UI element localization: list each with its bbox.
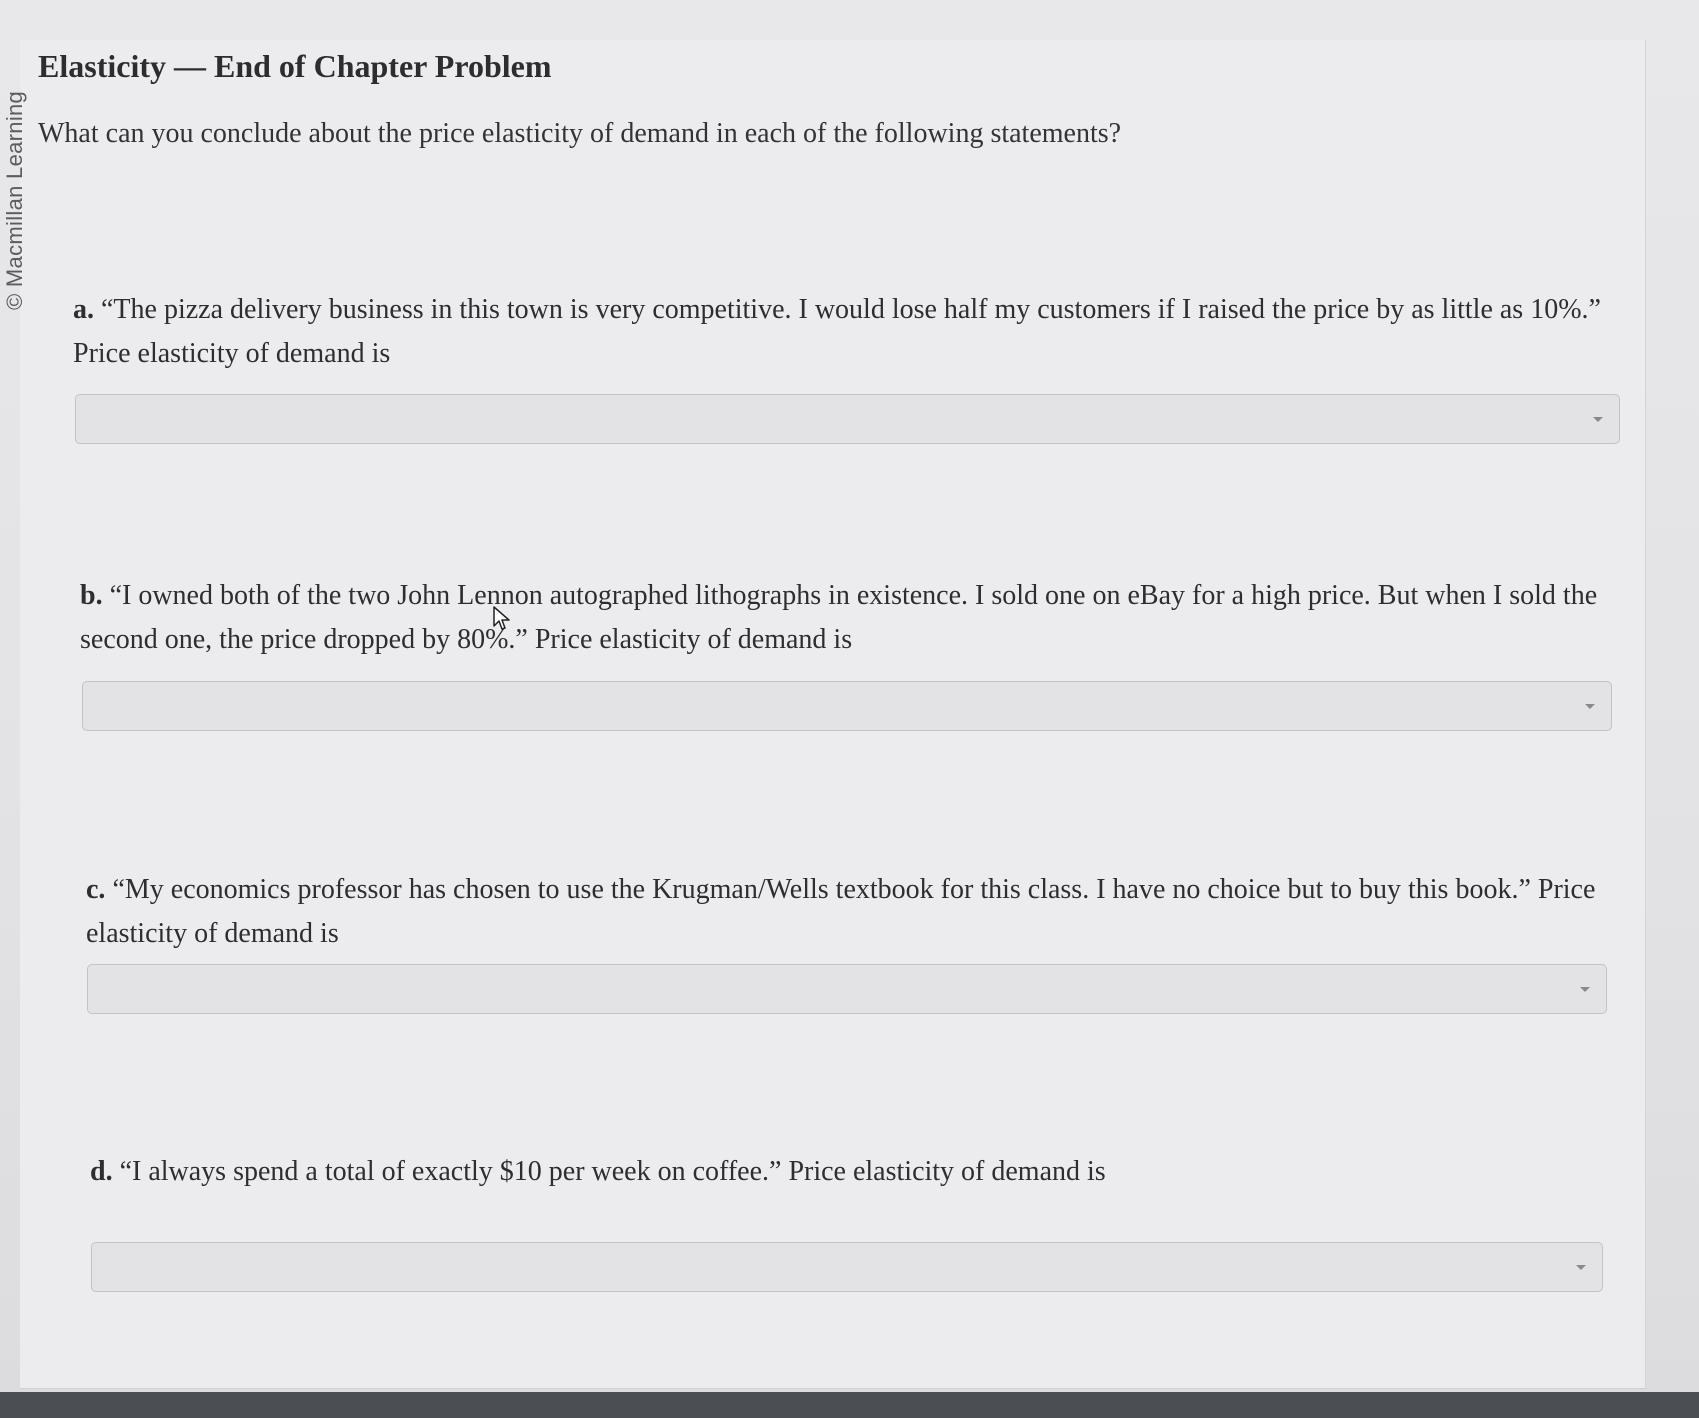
question-letter: b.: [80, 580, 103, 611]
question-text: “I always spend a total of exactly $10 p…: [119, 1156, 1106, 1187]
question-c: c. “My economics professor has chosen to…: [86, 868, 1626, 956]
elasticity-dropdown-d[interactable]: [91, 1242, 1603, 1292]
bottom-bezel: [0, 1392, 1699, 1418]
copyright-watermark: © Macmillan Learning: [2, 90, 27, 310]
chevron-down-icon: [1593, 417, 1603, 422]
chevron-down-icon: [1585, 704, 1595, 709]
elasticity-dropdown-b[interactable]: [82, 681, 1612, 731]
elasticity-dropdown-a[interactable]: [75, 394, 1620, 444]
question-text: “My economics professor has chosen to us…: [86, 874, 1596, 949]
question-b: b. “I owned both of the two John Lennon …: [80, 574, 1620, 662]
question-text: “I owned both of the two John Lennon aut…: [80, 580, 1598, 655]
question-letter: c.: [86, 874, 106, 905]
mouse-pointer-icon: [493, 606, 510, 630]
page-title: Elasticity — End of Chapter Problem: [38, 48, 552, 84]
elasticity-dropdown-c[interactable]: [87, 964, 1607, 1014]
question-a: a. “The pizza delivery business in this …: [73, 288, 1613, 376]
question-text: “The pizza delivery business in this tow…: [73, 294, 1601, 369]
question-prompt: What can you conclude about the price el…: [38, 118, 1122, 149]
question-letter: a.: [73, 294, 94, 325]
page: © Macmillan Learning Elasticity — End of…: [0, 0, 1699, 1418]
chevron-down-icon: [1576, 1265, 1586, 1270]
question-letter: d.: [90, 1156, 113, 1187]
question-d: d. “I always spend a total of exactly $1…: [90, 1150, 1630, 1194]
chevron-down-icon: [1580, 987, 1590, 992]
